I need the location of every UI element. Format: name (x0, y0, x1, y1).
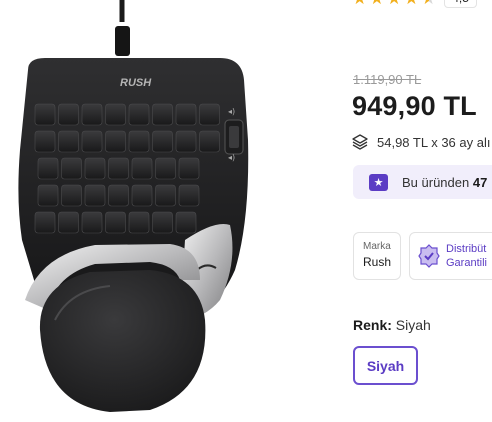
rush-logo: RUSH (120, 77, 152, 89)
keypad-key (152, 103, 173, 126)
keypad-key (81, 103, 103, 126)
promo-text: Bu üründen 47 (402, 174, 488, 190)
keypad-key (108, 157, 129, 180)
keypad-key (34, 211, 56, 234)
installment-info[interactable]: 54,98 TL x 36 ay alı (352, 134, 490, 150)
keypad-key (175, 211, 197, 234)
keypad-key (199, 130, 220, 153)
brand-value: Rush (363, 255, 392, 269)
keypad-key (84, 184, 106, 207)
keypad-key (58, 130, 79, 153)
layers-icon (352, 134, 368, 150)
keypad-key (131, 184, 153, 207)
keypad-key (34, 130, 56, 153)
product-image[interactable]: RUSH ◂) ◂) (0, 0, 342, 417)
keypad-key (34, 103, 56, 126)
keypad-key (155, 184, 176, 207)
half-star-icon: ★ (421, 0, 436, 8)
star-icon: ★ (369, 0, 384, 8)
star-icon: ★ (404, 0, 419, 8)
keypad-key (128, 211, 150, 234)
keypad-key (128, 130, 150, 153)
star-badge-icon: ★ (369, 173, 388, 191)
svg-text:◂): ◂) (228, 107, 235, 116)
old-price: 1.119,90 TL (353, 72, 422, 87)
keypad-key (155, 157, 176, 180)
keypad-key (178, 157, 200, 180)
keypad-key (37, 184, 59, 207)
distributor-guarantee-chip[interactable]: Distribüt Garantili (409, 232, 492, 280)
installment-text: 54,98 TL x 36 ay alı (377, 134, 491, 150)
keypad-key (81, 211, 103, 234)
keypad-key (61, 157, 82, 180)
keypad-key (175, 130, 197, 153)
color-label: Renk: Siyah (353, 317, 431, 333)
keypad-key (105, 103, 126, 126)
distributor-text: Distribüt Garantili (446, 243, 487, 269)
brand-chip[interactable]: Marka Rush (353, 232, 401, 280)
keypad-key (105, 211, 126, 234)
gaming-keypad-illustration: RUSH ◂) ◂) (18, 0, 249, 412)
current-price: 949,90 TL (352, 91, 477, 121)
rating-score: 4,5 (444, 0, 477, 8)
brand-label: Marka (363, 241, 391, 252)
promo-banner[interactable]: ★ Bu üründen 47 (353, 165, 492, 199)
keypad-key (178, 184, 200, 207)
keypad-key (175, 103, 197, 126)
keypad-key (84, 157, 106, 180)
keypad-key (58, 103, 79, 126)
keypad-key (152, 130, 173, 153)
keypad-key (131, 157, 153, 180)
keypad-key (37, 157, 59, 180)
star-icon: ★ (387, 0, 402, 8)
keypad-key (81, 130, 103, 153)
guarantee-badge-icon (418, 244, 440, 268)
star-icon: ★ (352, 0, 367, 8)
color-option-siyah[interactable]: Siyah (353, 346, 418, 385)
keypad-key (128, 103, 150, 126)
keypad-key (199, 103, 220, 126)
keypad-key (108, 184, 129, 207)
svg-text:◂): ◂) (228, 153, 235, 162)
keypad-key (105, 130, 126, 153)
rating[interactable]: ★ ★ ★ ★ ★ 4,5 (352, 0, 477, 8)
keypad-key (152, 211, 173, 234)
keypad-key (58, 211, 79, 234)
keypad-key (61, 184, 82, 207)
